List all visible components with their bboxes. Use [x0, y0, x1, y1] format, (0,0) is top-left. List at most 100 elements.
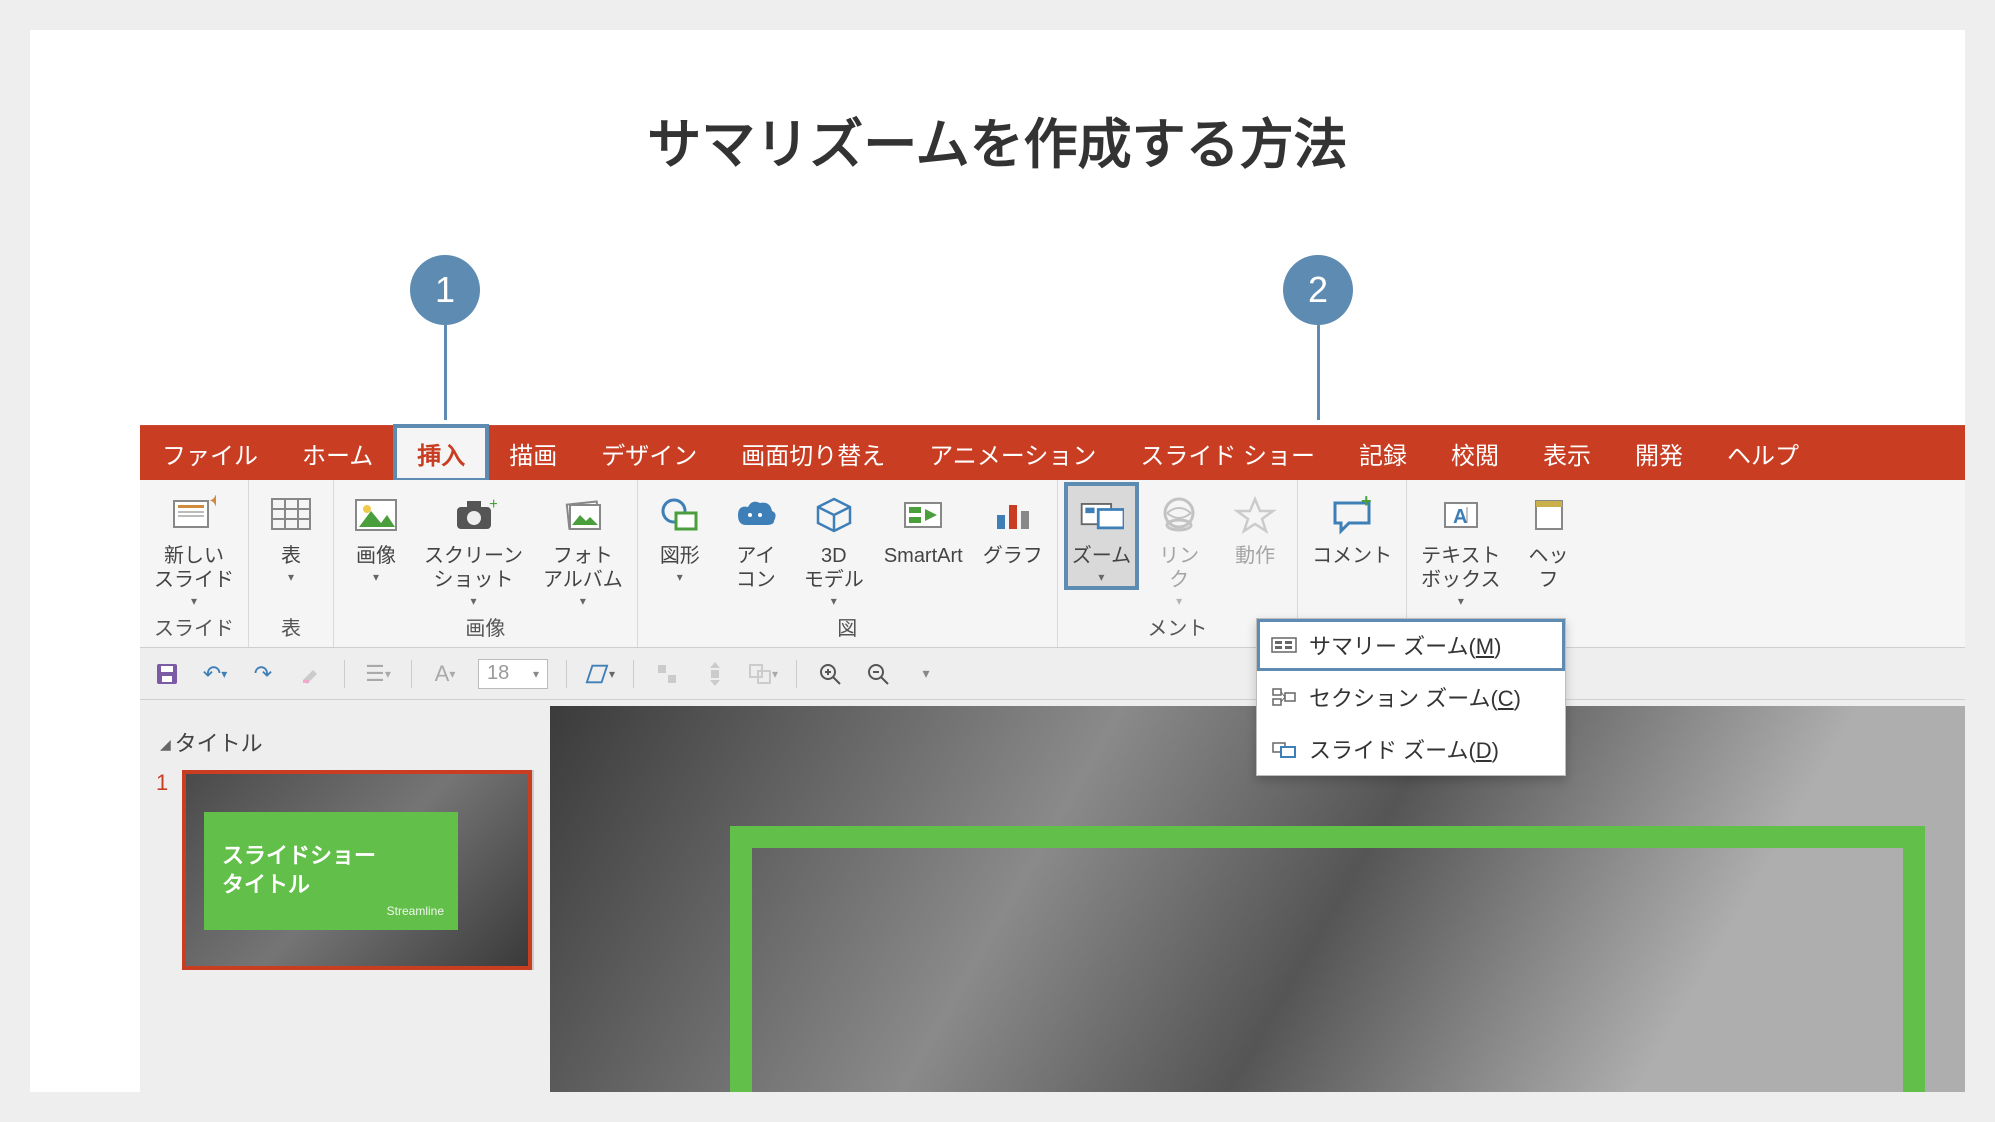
- zoom-menu-section[interactable]: セクション ズーム(C): [1257, 671, 1565, 723]
- group-tables-label: 表: [259, 610, 323, 645]
- quick-access-toolbar: ↶▾ ↷ ☰▾ A▾ 18▾ ▾ ▾: [140, 648, 1965, 700]
- new-slide-icon: ✦: [171, 492, 217, 538]
- link-label: リン ク: [1159, 544, 1199, 592]
- zoom-menu-slide[interactable]: スライド ズーム(D): [1257, 723, 1565, 775]
- table-icon: [268, 492, 314, 538]
- slide-title-frame: [730, 826, 1925, 1092]
- zoom-menu-section-label: セクション ズーム(C): [1309, 681, 1521, 713]
- qat-distribute-button[interactable]: [700, 659, 730, 689]
- tab-review[interactable]: 校閲: [1429, 426, 1521, 480]
- qat-shape-button[interactable]: ▾: [585, 659, 615, 689]
- tab-animations[interactable]: アニメーション: [907, 426, 1118, 480]
- icons-label: アイ コン: [736, 544, 776, 592]
- work-area: タイトル 1 スライドショー タイトル Streamline: [140, 700, 1965, 1092]
- powerpoint-window: ファイル ホーム 挿入 描画 デザイン 画面切り替え アニメーション スライド …: [140, 425, 1965, 1092]
- zoom-menu-slide-label: スライド ズーム(D): [1309, 733, 1499, 765]
- screenshot-icon: +: [451, 492, 497, 538]
- shapes-button[interactable]: 図形 ▾: [648, 486, 712, 586]
- section-zoom-icon: [1271, 687, 1297, 707]
- photo-album-icon: [560, 492, 606, 538]
- thumb-number: 1: [156, 770, 172, 796]
- header-button[interactable]: ヘッ フ: [1517, 486, 1581, 594]
- pictures-button[interactable]: 画像 ▾: [344, 486, 408, 586]
- callout-1: 1: [410, 255, 480, 420]
- action-label: 動作: [1235, 544, 1275, 568]
- chart-label: グラフ: [983, 544, 1043, 568]
- qat-redo-button[interactable]: ↷: [248, 659, 278, 689]
- callout-1-badge: 1: [410, 255, 480, 325]
- qat-align-button[interactable]: [652, 659, 682, 689]
- comment-icon: +: [1329, 492, 1375, 538]
- link-icon: [1156, 492, 1202, 538]
- svg-text:+: +: [1361, 495, 1372, 511]
- chart-icon: [990, 492, 1036, 538]
- new-slide-button[interactable]: ✦ 新しい スライド ▾: [150, 486, 238, 610]
- zoom-menu-summary-label: サマリー ズーム(M): [1309, 629, 1501, 661]
- zoom-dropdown: サマリー ズーム(M) セクション ズーム(C) スライド ズーム(D): [1256, 618, 1566, 776]
- screenshot-button[interactable]: + スクリーン ショット ▾: [420, 486, 527, 610]
- tab-record[interactable]: 記録: [1337, 426, 1429, 480]
- tab-slideshow[interactable]: スライド ショー: [1118, 426, 1337, 480]
- shapes-label: 図形: [660, 544, 700, 568]
- zoom-icon: [1078, 492, 1124, 538]
- group-images-label: 画像: [344, 610, 627, 645]
- tab-view[interactable]: 表示: [1521, 426, 1613, 480]
- tab-draw[interactable]: 描画: [487, 426, 579, 480]
- qat-font-color-button[interactable]: A▾: [430, 659, 460, 689]
- pictures-label: 画像: [356, 544, 396, 568]
- thumbnail-scrollbar[interactable]: [532, 770, 534, 970]
- header-label: ヘッ フ: [1529, 544, 1569, 592]
- link-button[interactable]: リン ク ▾: [1147, 486, 1211, 610]
- icons-button[interactable]: アイ コン: [724, 486, 788, 594]
- thumb-subtitle: Streamline: [387, 904, 444, 920]
- zoom-label: ズーム: [1072, 544, 1131, 568]
- qat-zoom-out-button[interactable]: [863, 659, 893, 689]
- group-links-trail: メント: [1068, 610, 1287, 645]
- photo-album-label: フォト アルバム: [543, 544, 623, 592]
- ribbon-insert: ✦ 新しい スライド ▾ スライド 表 ▾: [140, 480, 1965, 648]
- table-button[interactable]: 表 ▾: [259, 486, 323, 586]
- slide-thumbnail-1[interactable]: スライドショー タイトル Streamline: [182, 770, 532, 970]
- textbox-label: テキスト ボックス: [1421, 544, 1500, 592]
- tab-developer[interactable]: 開発: [1613, 426, 1705, 480]
- tab-file[interactable]: ファイル: [140, 426, 280, 480]
- qat-zoom-in-button[interactable]: [815, 659, 845, 689]
- tab-insert[interactable]: 挿入: [395, 426, 487, 480]
- smartart-button[interactable]: SmartArt: [880, 486, 967, 570]
- callout-2: 2: [1283, 255, 1353, 420]
- tab-help[interactable]: ヘルプ: [1705, 426, 1821, 480]
- qat-undo-button[interactable]: ↶▾: [200, 659, 230, 689]
- group-illustrations-label: 図: [648, 610, 1047, 645]
- zoom-button[interactable]: ズーム ▾: [1068, 486, 1135, 586]
- qat-bullets-button[interactable]: ☰▾: [363, 659, 393, 689]
- zoom-menu-summary[interactable]: サマリー ズーム(M): [1257, 619, 1565, 671]
- photo-album-button[interactable]: フォト アルバム ▾: [539, 486, 627, 610]
- svg-text:✦: ✦: [208, 495, 216, 511]
- models3d-label: 3D モデル: [804, 544, 864, 592]
- textbox-button[interactable]: A テキスト ボックス ▾: [1417, 486, 1504, 610]
- section-header[interactable]: タイトル: [160, 726, 530, 758]
- callout-2-badge: 2: [1283, 255, 1353, 325]
- models3d-button[interactable]: 3D モデル ▾: [800, 486, 868, 610]
- qat-overflow-button[interactable]: ▾: [911, 659, 941, 689]
- tab-design[interactable]: デザイン: [579, 426, 719, 480]
- qat-save-button[interactable]: [152, 659, 182, 689]
- qat-font-size-input[interactable]: 18▾: [478, 659, 548, 689]
- summary-zoom-icon: [1271, 635, 1297, 655]
- qat-group-button[interactable]: ▾: [748, 659, 778, 689]
- screenshot-label: スクリーン ショット: [424, 544, 523, 592]
- page-title: サマリズームを作成する方法: [30, 100, 1965, 179]
- action-button[interactable]: 動作: [1223, 486, 1287, 570]
- ribbon-tabstrip: ファイル ホーム 挿入 描画 デザイン 画面切り替え アニメーション スライド …: [140, 426, 1965, 480]
- qat-clear-format-button[interactable]: [296, 659, 326, 689]
- thumbnail-panel: タイトル 1 スライドショー タイトル Streamline: [140, 700, 550, 1092]
- shapes-icon: [657, 492, 703, 538]
- icons-icon: [733, 492, 779, 538]
- new-slide-label: 新しい スライド: [154, 544, 234, 592]
- textbox-icon: A: [1438, 492, 1484, 538]
- smartart-icon: [900, 492, 946, 538]
- comment-button[interactable]: + コメント: [1308, 486, 1396, 570]
- tab-home[interactable]: ホーム: [280, 426, 395, 480]
- chart-button[interactable]: グラフ: [979, 486, 1047, 570]
- tab-transitions[interactable]: 画面切り替え: [719, 426, 907, 480]
